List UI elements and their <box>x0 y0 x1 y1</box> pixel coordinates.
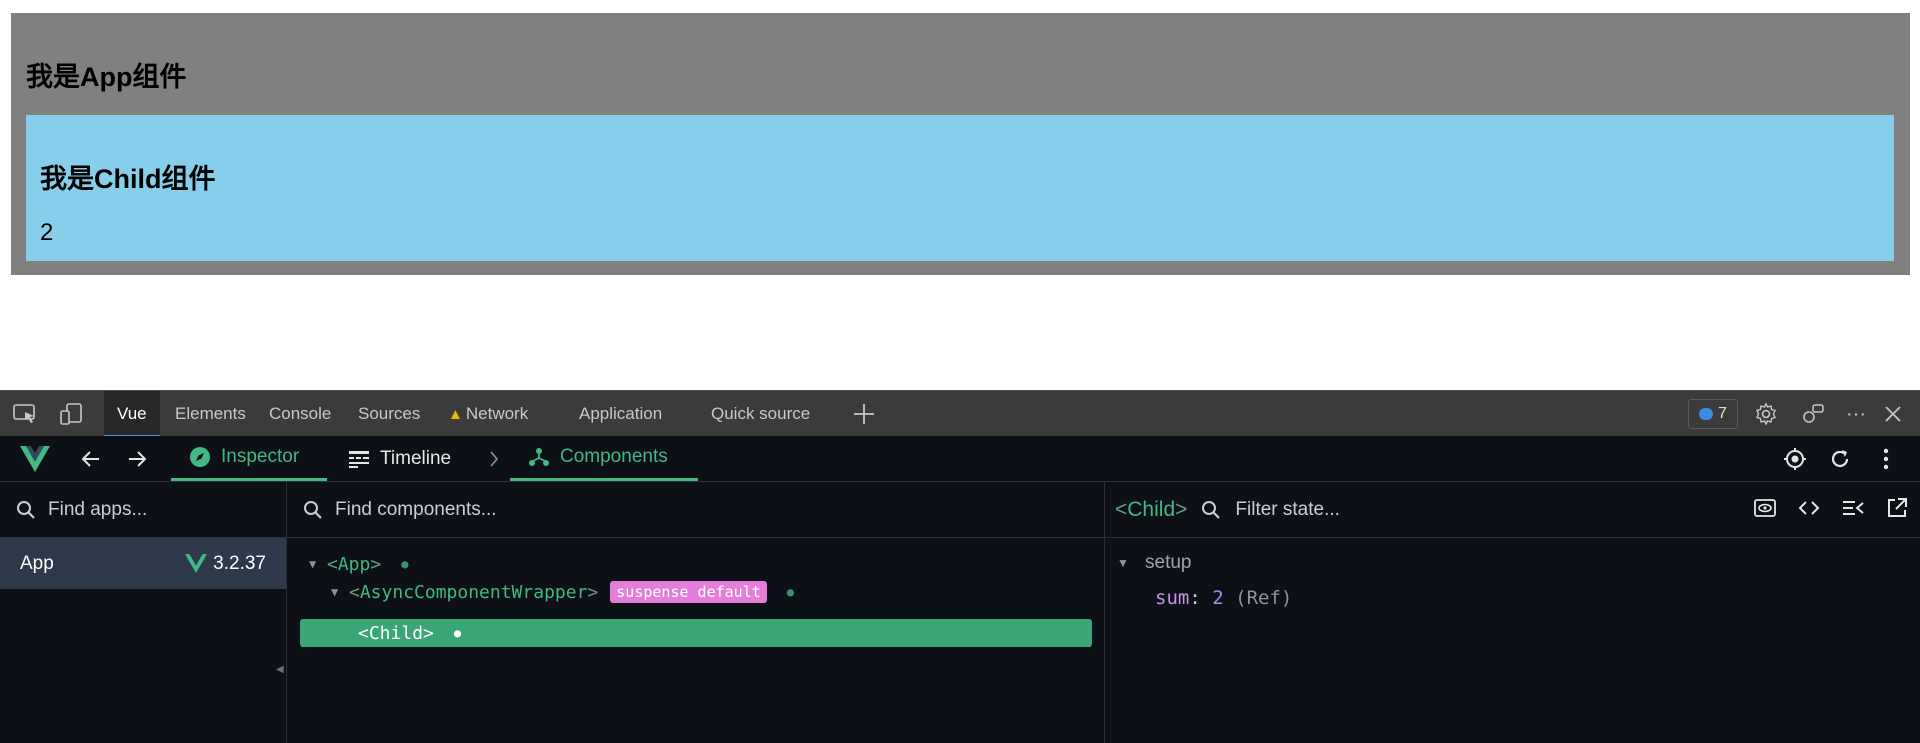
tab-quick-source[interactable]: Quick source <box>698 391 823 437</box>
back-arrow-icon[interactable] <box>78 446 104 472</box>
setup-section-header[interactable]: ▼ setup <box>1117 552 1191 574</box>
code-icon[interactable] <box>1798 497 1820 519</box>
components-tab[interactable]: Components <box>510 436 698 481</box>
inspector-tab[interactable]: Inspector <box>171 436 327 481</box>
filter-state-input[interactable]: Filter state... <box>1235 499 1340 521</box>
close-icon[interactable] <box>1880 402 1906 426</box>
components-pane: Find components... ▼ < App > ● ▼ < AsyncCom… <box>287 482 1105 743</box>
tab-sources[interactable]: Sources <box>345 391 433 437</box>
state-toolbar <box>1754 497 1908 519</box>
tab-elements[interactable]: Elements <box>162 391 259 437</box>
expand-triangle-icon[interactable]: ▼ <box>309 557 327 571</box>
vue-logo-small-icon <box>185 554 208 573</box>
find-components-placeholder: Find components... <box>335 498 497 520</box>
tree-node-app[interactable]: ▼ < App > ● <box>309 550 408 578</box>
node-dot-icon: ● <box>453 626 462 640</box>
devtools-panel: Vue Elements Console Sources ▲ Network Ap… <box>0 390 1920 743</box>
state-header: <Child> Filter state... <box>1105 482 1920 538</box>
timeline-icon <box>349 450 369 468</box>
forward-arrow-icon[interactable] <box>124 446 150 472</box>
warning-icon: ▲ <box>448 406 463 423</box>
devtools-tabbar: Vue Elements Console Sources ▲ Network Ap… <box>0 390 1920 437</box>
settings-gear-icon[interactable] <box>1753 402 1779 426</box>
inspect-dom-icon[interactable] <box>1842 497 1864 519</box>
tab-network[interactable]: ▲ Network <box>435 391 541 437</box>
expand-triangle-icon[interactable]: ▼ <box>1117 556 1135 570</box>
inspect-element-icon[interactable] <box>12 402 38 426</box>
tab-console[interactable]: Console <box>256 391 344 437</box>
refresh-icon[interactable] <box>1827 446 1853 472</box>
vue-menu-kebab-icon[interactable] <box>1873 446 1899 472</box>
tree-node-child-selected[interactable]: < Child > ● <box>300 619 1092 647</box>
message-bubble-icon <box>1699 408 1714 420</box>
breadcrumb-chevron-icon <box>481 446 507 472</box>
tab-vue[interactable]: Vue <box>104 391 160 437</box>
app-version: 3.2.37 <box>185 553 266 575</box>
expand-triangle-icon[interactable]: ▼ <box>331 585 349 599</box>
search-icon <box>304 500 322 519</box>
select-component-target-icon[interactable] <box>1782 446 1808 472</box>
state-inspector-pane: <Child> Filter state... ▼ setup sum: 2 (… <box>1105 482 1920 743</box>
timeline-tab[interactable]: Timeline <box>330 436 469 481</box>
suspense-badge: suspense default <box>610 581 767 603</box>
apps-pane: Find apps... App 3.2.37 ◀ <box>0 482 287 743</box>
app-heading: 我是App组件 <box>26 62 187 92</box>
sum-value: 2 <box>40 219 54 246</box>
scroll-to-component-eye-icon[interactable] <box>1754 497 1776 519</box>
open-in-editor-icon[interactable] <box>1886 497 1908 519</box>
search-icon <box>1202 500 1221 519</box>
find-apps-search[interactable]: Find apps... <box>0 482 286 538</box>
connected-devices-icon[interactable] <box>1800 402 1826 426</box>
page-viewport: 我是App组件 我是Child组件 2 <box>0 0 1920 390</box>
find-apps-placeholder: Find apps... <box>48 498 148 520</box>
more-options-ellipsis-icon[interactable]: ··· <box>1843 402 1869 426</box>
collapse-pane-icon[interactable]: ◀ <box>276 664 284 675</box>
app-name: App <box>20 552 54 574</box>
child-component-box: 我是Child组件 2 <box>26 115 1894 261</box>
node-dot-icon: ● <box>401 557 409 571</box>
node-dot-icon: ● <box>786 585 794 599</box>
device-emulation-icon[interactable] <box>58 402 84 426</box>
app-component-box: 我是App组件 我是Child组件 2 <box>11 13 1910 275</box>
more-tabs-plus-icon[interactable] <box>851 402 877 426</box>
state-item-sum[interactable]: sum: 2 (Ref) <box>1155 587 1292 609</box>
tree-node-async-wrapper[interactable]: ▼ < AsyncComponentWrapper > suspense defau… <box>331 578 794 606</box>
compass-icon <box>190 447 210 467</box>
selected-component-name: <Child> <box>1115 497 1188 521</box>
vue-devtools-toolbar: Inspector Timeline Components <box>0 436 1920 482</box>
vue-logo-icon <box>20 446 50 472</box>
app-list-item[interactable]: App 3.2.37 <box>0 538 286 589</box>
tab-application[interactable]: Application <box>566 391 675 437</box>
find-components-search[interactable]: Find components... <box>287 482 1104 538</box>
child-heading: 我是Child组件 <box>40 164 216 194</box>
search-icon <box>17 500 35 519</box>
issues-button[interactable]: 7 <box>1688 399 1738 429</box>
components-tree-icon <box>529 448 549 466</box>
